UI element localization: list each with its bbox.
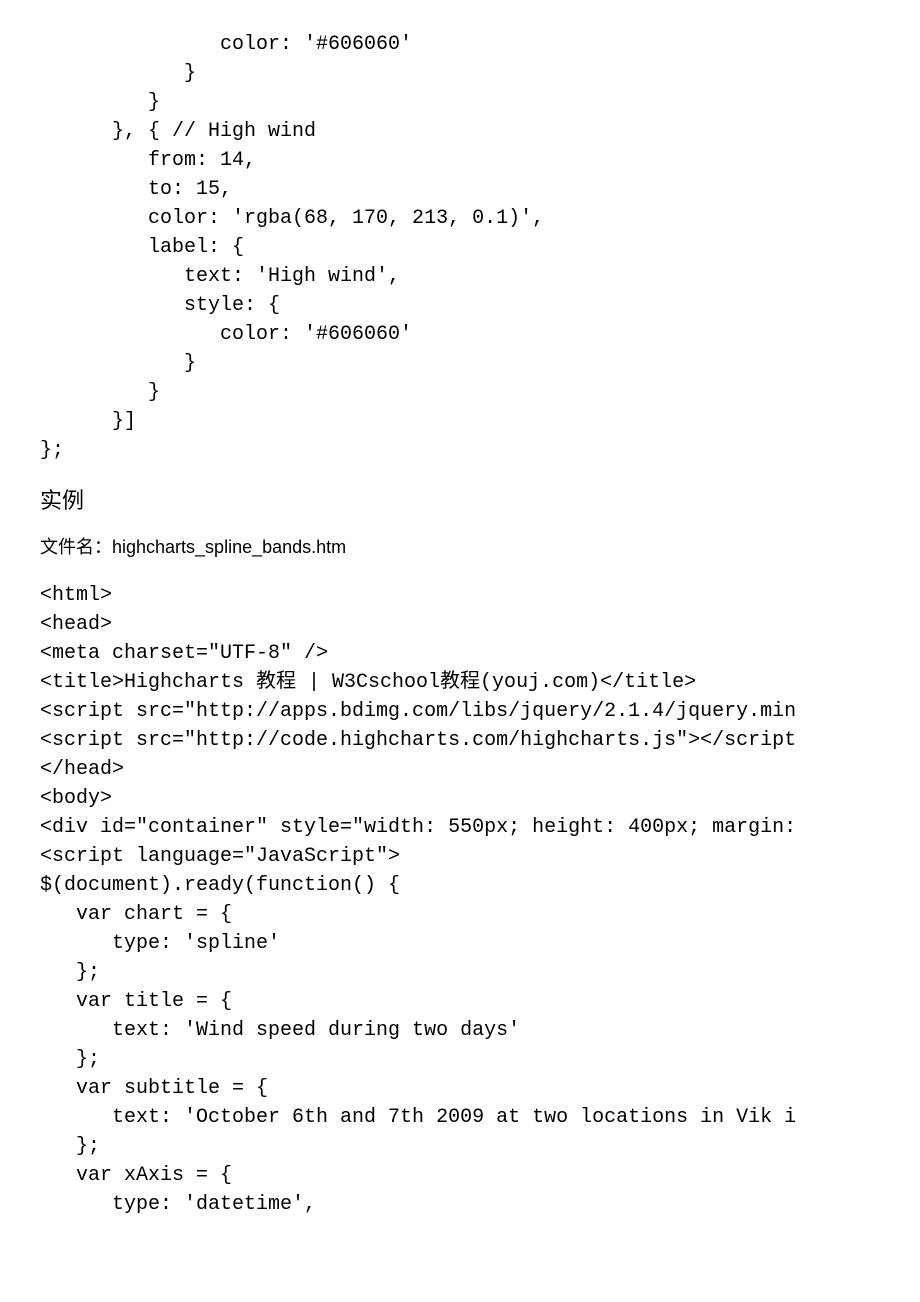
code-block-bottom: <html> <head> <meta charset="UTF-8" /> <… bbox=[40, 581, 880, 1219]
example-heading: 实例 bbox=[40, 483, 880, 515]
filename-value: highcharts_spline_bands.htm bbox=[112, 537, 346, 557]
filename-line: 文件名：highcharts_spline_bands.htm bbox=[40, 533, 880, 559]
code-block-top: color: '#606060' } } }, { // High wind f… bbox=[40, 30, 880, 465]
filename-label: 文件名： bbox=[40, 537, 112, 557]
